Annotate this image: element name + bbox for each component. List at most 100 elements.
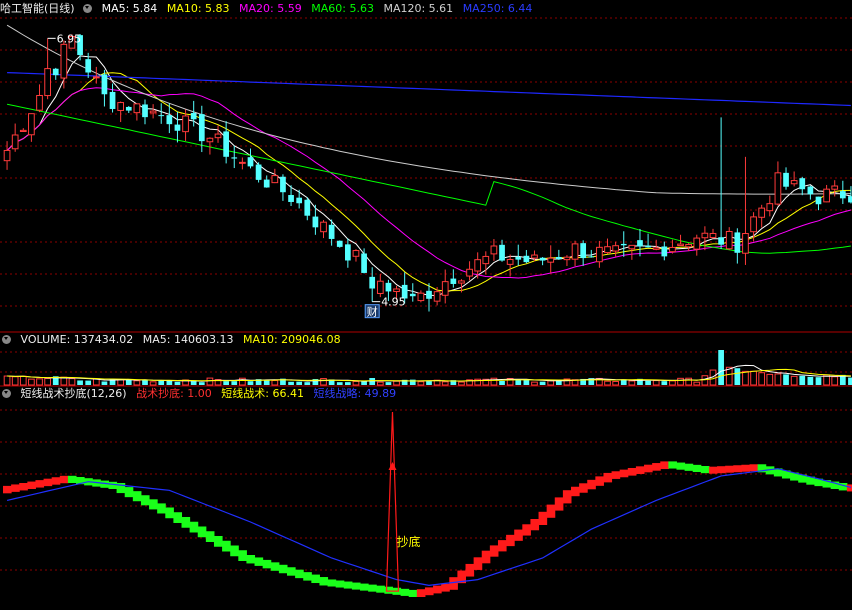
candle [149,104,157,119]
tactic-step [611,471,621,479]
volume-bar [77,380,83,385]
high-price-label: 6.95 [57,32,82,45]
volume-ma5-line [7,364,851,382]
candle-body [11,134,19,150]
candle [433,287,441,306]
candle-body [596,246,603,263]
candle [320,220,327,239]
candle [790,171,798,187]
candle-body [52,68,59,76]
tactic-step [319,577,329,586]
candle [783,167,789,190]
volume-bar [117,379,125,386]
chevron-down-icon[interactable] [2,389,11,398]
candle-body [28,113,35,136]
candle-body [92,76,100,79]
tactic-step [140,495,150,506]
candle-body [742,233,749,254]
candle [19,128,27,132]
volume-bar [36,378,43,386]
chevron-down-icon[interactable] [2,335,11,344]
candle-body [499,244,505,261]
tactic-step [270,562,280,571]
ma60-readout: MA60: 5.63 [311,2,374,15]
volume-pane[interactable] [3,350,852,386]
volume-bar [693,381,701,386]
tactic-step [489,545,499,557]
tactic-step [27,481,36,489]
candle [280,174,286,201]
stock-name: 哈工智能(日线) [0,2,75,15]
indicator-pane[interactable]: 抄底 [3,411,852,597]
tactic-step [635,466,645,474]
candle-body [790,180,798,185]
candle-body [839,191,846,199]
candle-body [255,164,262,180]
candle-body [231,157,238,159]
candle-body [774,172,782,205]
candle [742,156,749,265]
candle-body [417,292,425,302]
volume-bar [393,380,400,386]
candle [628,244,636,260]
tactic-step [213,535,223,547]
candle [547,245,555,273]
tactic-step [311,574,320,584]
tactic-step [449,577,458,590]
candle [523,249,530,264]
candle-body [328,224,335,239]
tactic-step [384,586,393,594]
tactic-step [67,475,77,483]
tactic-step [165,507,174,519]
volume-bar [304,382,311,385]
ma120-readout: MA120: 5.61 [383,2,454,15]
chevron-down-icon[interactable] [83,4,93,13]
volume-bar [68,378,76,386]
candle-body [60,43,68,79]
volume-bar [499,380,505,385]
tactic-step [254,557,264,566]
tactic-step [3,485,12,494]
tactic-step [124,487,134,498]
candle-body [385,282,392,292]
candle [571,240,579,267]
tactic-step [19,483,28,491]
candle-body [506,259,514,265]
tactic-step [725,465,734,473]
candle [441,269,449,304]
volume-bar [149,381,157,386]
volume-bar [166,380,173,385]
candlesticks[interactable] [3,34,852,312]
candle-body [44,68,51,97]
candle [263,175,270,188]
candle-body [441,281,449,296]
main-header: 哈工智能(日线) MA5: 5.84 MA10: 5.83 MA20: 5.59… [0,1,538,17]
strategy-line [6,468,852,587]
volume-bar [750,370,757,386]
volume-bar [288,381,294,385]
candle-body [19,129,27,132]
ma20-readout: MA20: 5.59 [239,2,302,15]
tactic-step [465,563,475,577]
candle-body [174,124,181,131]
candle [336,240,343,248]
kline-pane[interactable]: 6.95 4.95 财 [3,24,852,319]
candle-body [750,216,757,233]
tactic-step [262,559,272,569]
candle [92,66,100,84]
candle-body [304,199,311,216]
candle [807,185,814,200]
candle [588,249,595,258]
candle [693,234,701,256]
volume-bar [734,368,741,385]
tactic-step [660,461,669,470]
volume-bar [774,373,782,386]
tactic-step [595,476,604,486]
candle-body [474,259,482,272]
candle-body [539,257,546,261]
tactic-step [846,484,852,492]
candle-body [376,280,384,294]
candle [409,283,416,302]
candle-body [645,245,651,248]
candle [133,103,141,121]
